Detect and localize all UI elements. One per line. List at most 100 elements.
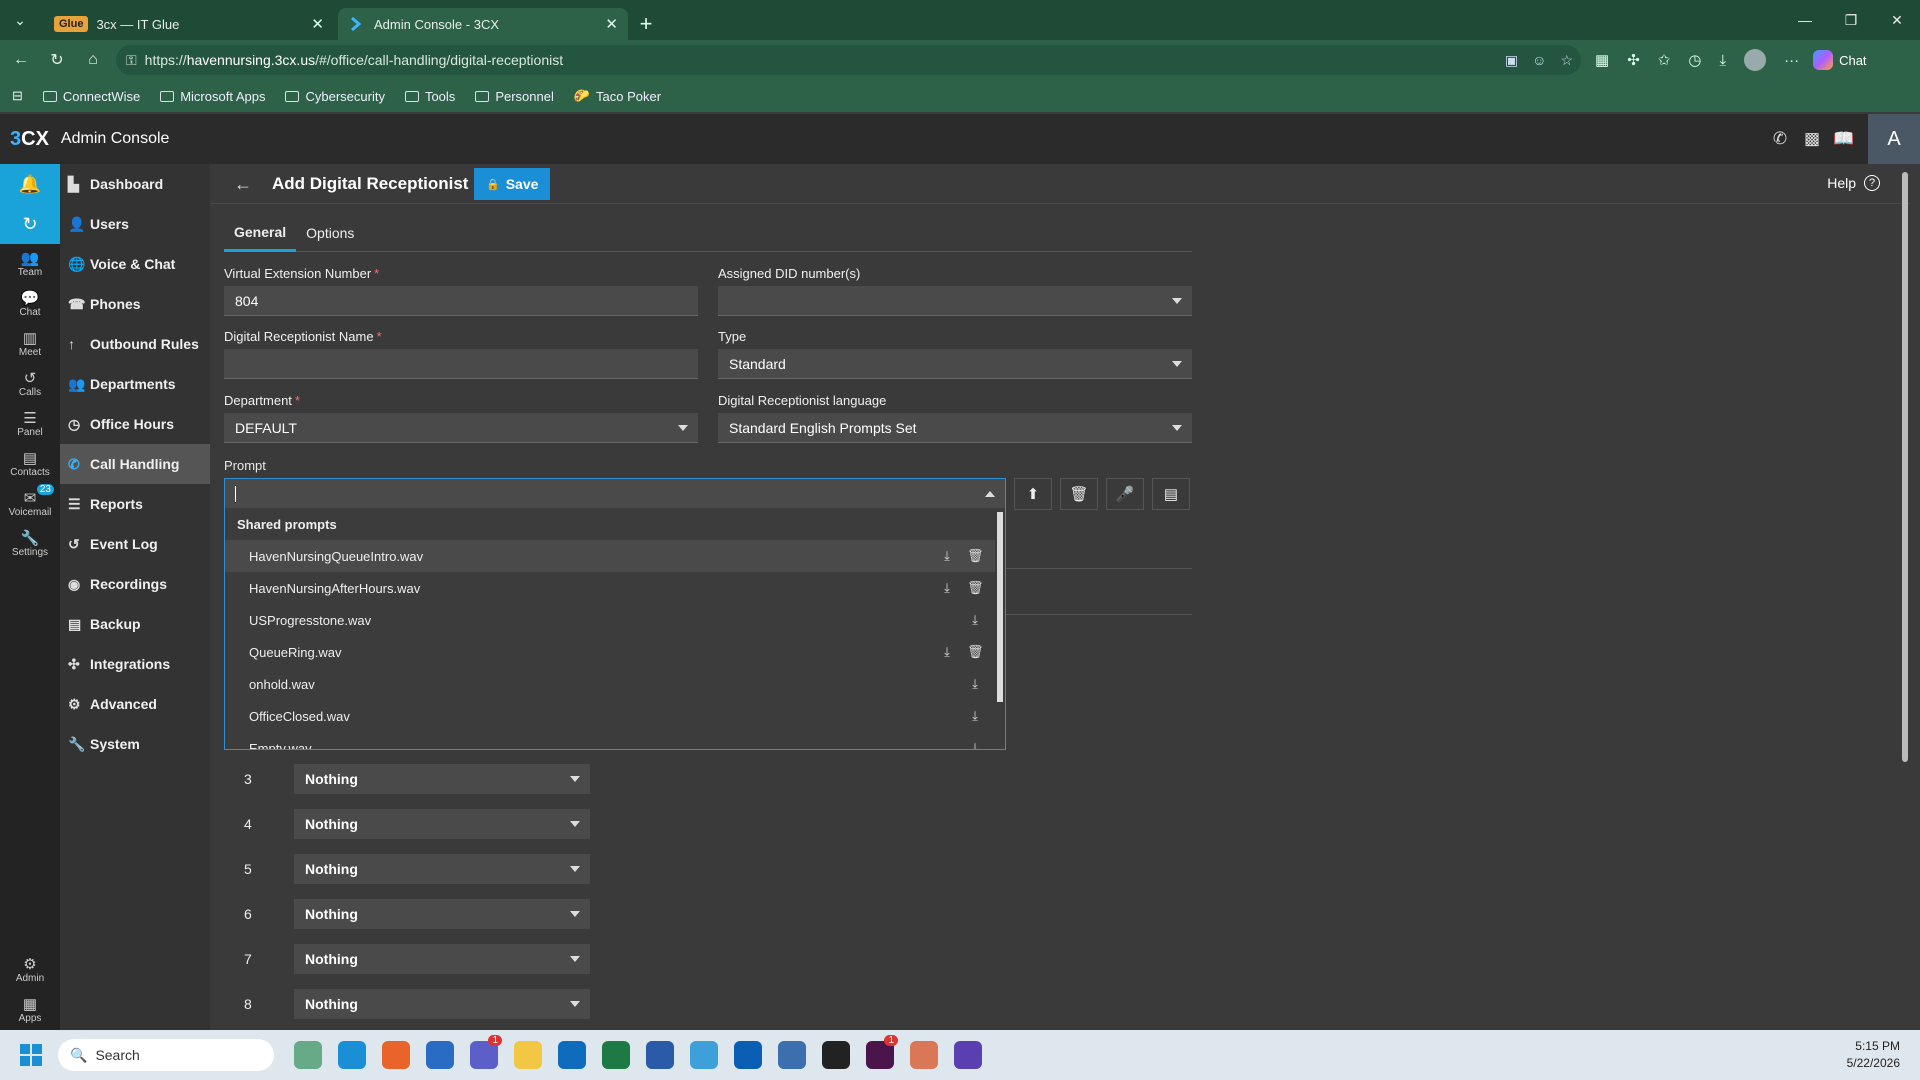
download-icon[interactable]: ⤓ (939, 580, 955, 596)
teams-icon[interactable]: 1 (470, 1035, 502, 1069)
restore-icon[interactable]: ❐ (1828, 0, 1874, 40)
sidebar-item-event-log[interactable]: ↺ Event Log (60, 524, 210, 564)
tab-admin-console[interactable]: Admin Console - 3CX ✕ (338, 8, 628, 40)
terminal-icon[interactable] (822, 1041, 850, 1069)
profile-avatar[interactable] (1744, 49, 1767, 71)
reader-icon[interactable]: ☺ (1532, 52, 1546, 69)
notepad-icon[interactable] (426, 1041, 454, 1069)
site-info-icon[interactable]: ⚿ (126, 52, 137, 69)
rail-meet[interactable]: ▥ Meet (0, 324, 60, 364)
sidebar-item-integrations[interactable]: ✣ Integrations (60, 644, 210, 684)
file-explorer-icon[interactable] (514, 1041, 542, 1069)
sidebar-item-recordings[interactable]: ◉ Recordings (60, 564, 210, 604)
edge-icon[interactable] (338, 1041, 366, 1069)
powershell-icon[interactable] (646, 1041, 674, 1069)
extension-icon[interactable]: ▦ (1595, 51, 1609, 69)
sidebar-item-advanced[interactable]: ⚙ Advanced (60, 684, 210, 724)
reload-icon[interactable]: ↻ (42, 45, 72, 75)
trash-icon[interactable]: 🗑 (967, 580, 984, 596)
more-icon[interactable]: ··· (1784, 52, 1799, 69)
rail-voicemail[interactable]: ✉ Voicemail 23 (0, 484, 60, 524)
back-icon[interactable]: ← (6, 45, 36, 75)
bookmark-tools[interactable]: Tools (404, 89, 455, 104)
windows-start-icon[interactable] (20, 1044, 42, 1066)
department-select[interactable]: DEFAULT (224, 413, 698, 443)
download-icon[interactable]: ⤓ (967, 612, 983, 628)
qr-code-icon[interactable]: ▩ (1796, 129, 1828, 149)
phone-icon[interactable]: ✆ (1764, 129, 1796, 149)
copilot-chat-button[interactable]: Chat (1813, 50, 1867, 70)
download-icon[interactable]: ⤓ (967, 740, 983, 749)
firefox-icon[interactable] (382, 1041, 410, 1069)
outlook-icon[interactable] (558, 1041, 586, 1069)
sidebar-item-system[interactable]: 🔧 System (60, 724, 210, 764)
sidebar-item-office-hours[interactable]: ◷ Office Hours (60, 404, 210, 444)
upload-icon[interactable]: ⬆ (1014, 478, 1052, 510)
rail-contacts[interactable]: ▤ Contacts (0, 444, 60, 484)
menu-action-select[interactable]: Nothing (294, 764, 590, 794)
downloads-icon[interactable]: ⤓ (1719, 52, 1726, 69)
sidebar-item-reports[interactable]: ☰ Reports (60, 484, 210, 524)
prompt-option[interactable]: HavenNursingAfterHours.wav ⤓ 🗑 (225, 572, 1005, 604)
puzzle-icon[interactable]: ✣ (1627, 51, 1640, 69)
sidebar-item-dashboard[interactable]: ▙ Dashboard (60, 164, 210, 204)
rail-chat[interactable]: 💬 Chat (0, 284, 60, 324)
reading-view-icon[interactable]: ⊟ (12, 88, 23, 104)
prompt-option[interactable]: onhold.wav ⤓ (225, 668, 1005, 700)
notifications-icon[interactable]: 🔔 (0, 164, 60, 204)
bookmark-personnel[interactable]: Personnel (475, 89, 554, 104)
download-icon[interactable]: ⤓ (939, 548, 955, 564)
azure-icon[interactable] (734, 1041, 762, 1069)
help-link[interactable]: Help? (1827, 175, 1880, 191)
close-window-icon[interactable]: ✕ (1874, 0, 1920, 40)
home-icon[interactable]: ⌂ (78, 45, 108, 75)
rail-admin[interactable]: ⚙ Admin (0, 950, 60, 990)
trash-icon[interactable]: 🗑 (967, 644, 984, 660)
bookmark-taco-poker[interactable]: 🌮 Taco Poker (574, 88, 661, 104)
download-icon[interactable]: ⤓ (967, 676, 983, 692)
microphone-icon[interactable]: 🎤 (1106, 478, 1144, 510)
sidebar-item-backup[interactable]: ▤ Backup (60, 604, 210, 644)
trash-icon[interactable]: 🗑 (967, 548, 984, 564)
widgets-icon[interactable] (294, 1041, 322, 1069)
type-select[interactable]: Standard (718, 349, 1192, 379)
menu-action-select[interactable]: Nothing (294, 854, 590, 884)
close-icon[interactable]: ✕ (311, 15, 324, 33)
rail-panel[interactable]: ☰ Panel (0, 404, 60, 444)
menu-action-select[interactable]: Nothing (294, 809, 590, 839)
bookmark-microsoft-apps[interactable]: Microsoft Apps (160, 89, 265, 104)
dropdown-scrollbar[interactable] (995, 508, 1005, 749)
claude-icon[interactable] (910, 1041, 938, 1069)
network-icon[interactable] (690, 1041, 718, 1069)
sidebar-item-outbound-rules[interactable]: ↑ Outbound Rules (60, 324, 210, 364)
bookmark-cybersecurity[interactable]: Cybersecurity (285, 89, 385, 104)
tab-list-chevron-icon[interactable]: ⌄ (0, 0, 40, 40)
remote-desktop-icon[interactable] (778, 1041, 806, 1069)
rail-team[interactable]: 👥 Team (0, 244, 60, 284)
tab-options[interactable]: Options (296, 214, 364, 252)
bookmark-connectwise[interactable]: ConnectWise (42, 89, 140, 104)
3cx-refresh-icon[interactable]: ↻ (0, 204, 60, 244)
trash-icon[interactable]: 🗑 (1060, 478, 1098, 510)
favorite-star-icon[interactable]: ☆ (1560, 52, 1573, 69)
new-tab-icon[interactable]: + (628, 8, 664, 40)
extension-input[interactable]: 804 (224, 286, 698, 316)
download-icon[interactable]: ⤓ (939, 644, 955, 660)
minimize-icon[interactable]: — (1782, 0, 1828, 40)
prompt-option[interactable]: USProgresstone.wav ⤓ (225, 604, 1005, 636)
sidebar-item-phones[interactable]: ☎ Phones (60, 284, 210, 324)
save-button[interactable]: 🔒 Save (474, 168, 551, 200)
prompt-option[interactable]: OfficeClosed.wav ⤓ (225, 700, 1005, 732)
tab-general[interactable]: General (224, 214, 297, 252)
favorites-icon[interactable]: ✩ (1658, 51, 1671, 69)
close-icon[interactable]: ✕ (605, 15, 618, 33)
scrollbar-thumb[interactable] (997, 512, 1003, 702)
prompt-combobox[interactable] (224, 478, 1006, 508)
rail-apps[interactable]: ▦ Apps (0, 990, 60, 1030)
menu-action-select[interactable]: Nothing (294, 899, 590, 929)
url-bar[interactable]: ⚿ https://havennursing.3cx.us/#/office/c… (116, 45, 1581, 75)
sidebar-item-voice-chat[interactable]: 🌐 Voice & Chat (60, 244, 210, 284)
sidebar-item-departments[interactable]: 👥 Departments (60, 364, 210, 404)
tab-itglue[interactable]: Glue 3cx — IT Glue ✕ (44, 8, 334, 40)
rail-settings[interactable]: 🔧 Settings (0, 524, 60, 564)
